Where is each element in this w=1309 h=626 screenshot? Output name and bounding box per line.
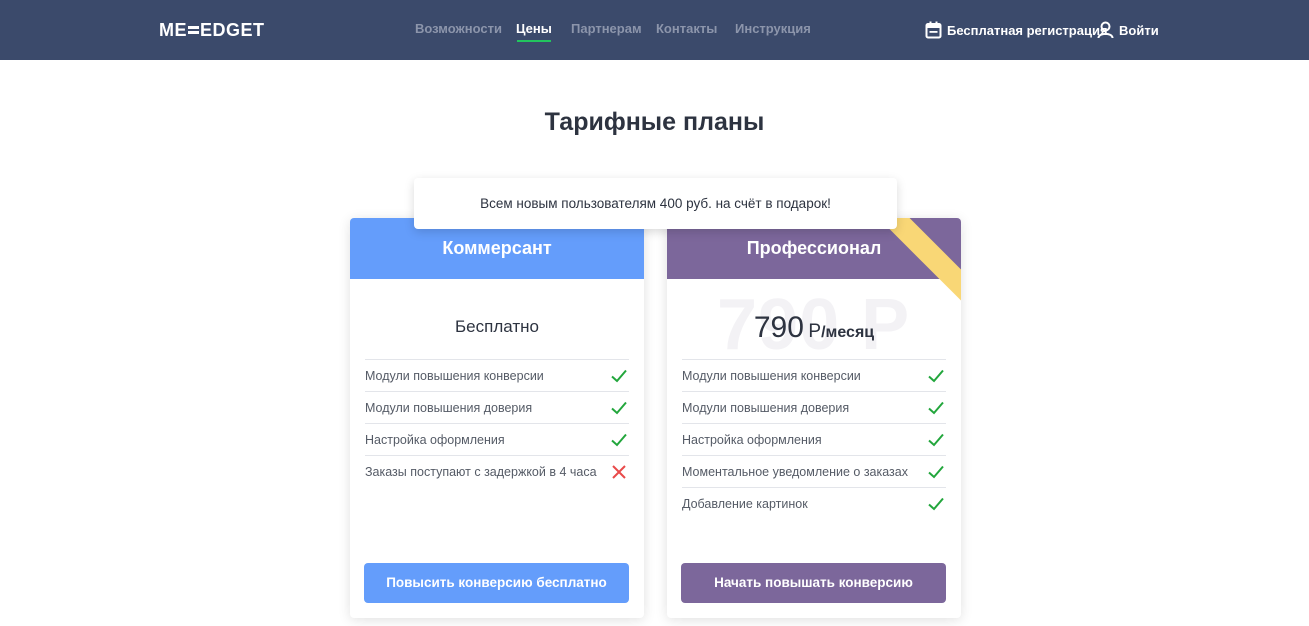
feature-item: Заказы поступают с задержкой в 4 часа <box>365 455 629 487</box>
user-icon <box>1097 21 1114 39</box>
check-icon <box>928 433 944 446</box>
top-navbar: ME EDGET Возможности Цены Партнерам Конт… <box>0 0 1309 60</box>
feature-label: Модули повышения доверия <box>365 400 533 415</box>
start-conversion-button[interactable]: Начать повышать конверсию <box>681 563 946 603</box>
page-title: Тарифные планы <box>544 108 765 136</box>
feature-label: Заказы поступают с задержкой в 4 часа <box>365 464 597 479</box>
nav-prices[interactable]: Цены <box>516 21 552 42</box>
login-link[interactable]: Войти <box>1097 21 1159 39</box>
feature-label: Модули повышения конверсии <box>365 368 544 383</box>
cross-icon <box>612 464 626 479</box>
register-label: Бесплатная регистрация <box>947 22 1108 38</box>
feature-item: Настройка оформления <box>682 423 946 455</box>
feature-label: Модули повышения доверия <box>682 400 850 415</box>
feature-list: Модули повышения конверсии Модули повыше… <box>365 359 629 487</box>
price-currency: Р <box>808 321 822 342</box>
feature-label: Модули повышения конверсии <box>682 368 861 383</box>
check-icon <box>611 401 627 414</box>
start-free-button[interactable]: Повысить конверсию бесплатно <box>364 563 629 603</box>
logo-text-left: ME <box>159 19 187 40</box>
feature-item: Настройка оформления <box>365 423 629 455</box>
check-icon <box>611 369 627 382</box>
plan-price: 790 Р/месяц <box>667 311 961 345</box>
nav-contacts[interactable]: Контакты <box>656 21 717 39</box>
plan-price: Бесплатно <box>455 317 539 336</box>
feature-item: Модули повышения конверсии <box>682 359 946 391</box>
check-icon <box>928 465 944 478</box>
plan-card-kommersant: Коммерсант Бесплатно Модули повышения ко… <box>350 218 644 618</box>
login-label: Войти <box>1119 22 1159 38</box>
logo[interactable]: ME EDGET <box>159 19 265 41</box>
feature-label: Настройка оформления <box>365 432 505 447</box>
logo-equals-mark <box>188 24 199 36</box>
register-link[interactable]: Бесплатная регистрация <box>925 21 1108 39</box>
feature-label: Моментальное уведомление о заказах <box>682 464 908 479</box>
check-icon <box>928 369 944 382</box>
check-icon <box>611 433 627 446</box>
check-icon <box>928 497 944 510</box>
feature-label: Настройка оформления <box>682 432 822 447</box>
nav-features[interactable]: Возможности <box>415 21 502 39</box>
feature-item: Добавление картинок <box>682 487 946 519</box>
feature-list: Модули повышения конверсии Модули повыше… <box>682 359 946 519</box>
feature-item: Модули повышения доверия <box>682 391 946 423</box>
check-icon <box>928 401 944 414</box>
calendar-icon <box>925 21 942 39</box>
price-period: /месяц <box>821 324 875 341</box>
feature-item: Модули повышения доверия <box>365 391 629 423</box>
promo-banner: Всем новым пользователям 400 руб. на счё… <box>414 178 897 229</box>
nav-partners[interactable]: Партнерам <box>571 21 642 39</box>
feature-label: Добавление картинок <box>682 496 808 511</box>
nav-instructions[interactable]: Инструкция <box>735 21 811 39</box>
feature-item: Модули повышения конверсии <box>365 359 629 391</box>
plan-card-professional: Профессионал 790 Р 790 Р/месяц Модули по… <box>667 218 961 618</box>
price-amount: 790 <box>753 311 804 344</box>
feature-item: Моментальное уведомление о заказах <box>682 455 946 487</box>
logo-text-right: EDGET <box>200 19 265 40</box>
